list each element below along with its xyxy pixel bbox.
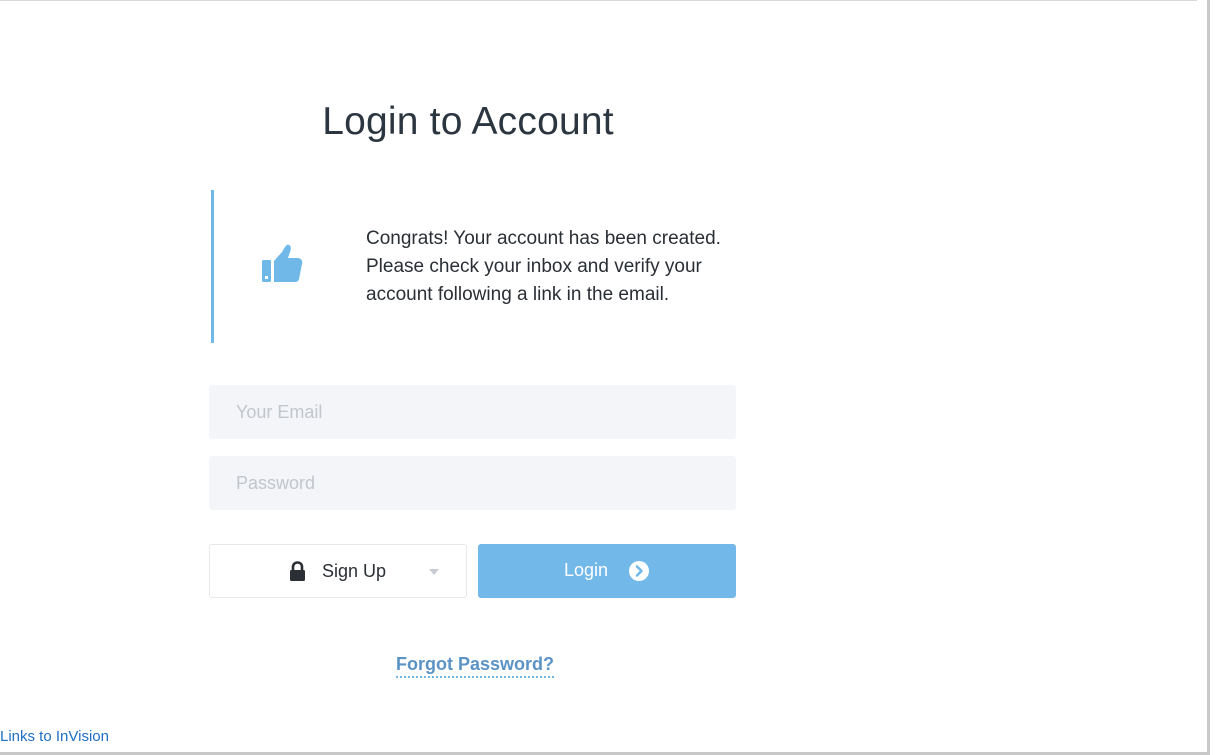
- password-field[interactable]: [209, 456, 736, 510]
- signup-label: Sign Up: [322, 561, 387, 581]
- success-notice: Congrats! Your account has been created.…: [211, 190, 754, 343]
- login-button[interactable]: Login: [478, 544, 736, 598]
- page-title: Login to Account: [322, 100, 614, 143]
- lock-icon: [290, 561, 305, 581]
- forgot-password-link[interactable]: Forgot Password?: [396, 654, 555, 678]
- page-frame: Login to Account Congrats! Your account …: [0, 0, 1225, 755]
- invision-link[interactable]: Links to InVision: [0, 728, 109, 745]
- top-divider: [0, 0, 1197, 1]
- right-gutter: [1210, 0, 1225, 755]
- thumbs-up-icon: [262, 244, 303, 282]
- arrow-circle-right-icon: [629, 561, 649, 581]
- signup-button[interactable]: Sign Up: [209, 544, 467, 598]
- notice-message: Congrats! Your account has been created.…: [366, 228, 721, 305]
- email-field[interactable]: [209, 385, 736, 439]
- login-label: Login: [564, 560, 609, 580]
- chevron-down-icon[interactable]: [429, 569, 439, 575]
